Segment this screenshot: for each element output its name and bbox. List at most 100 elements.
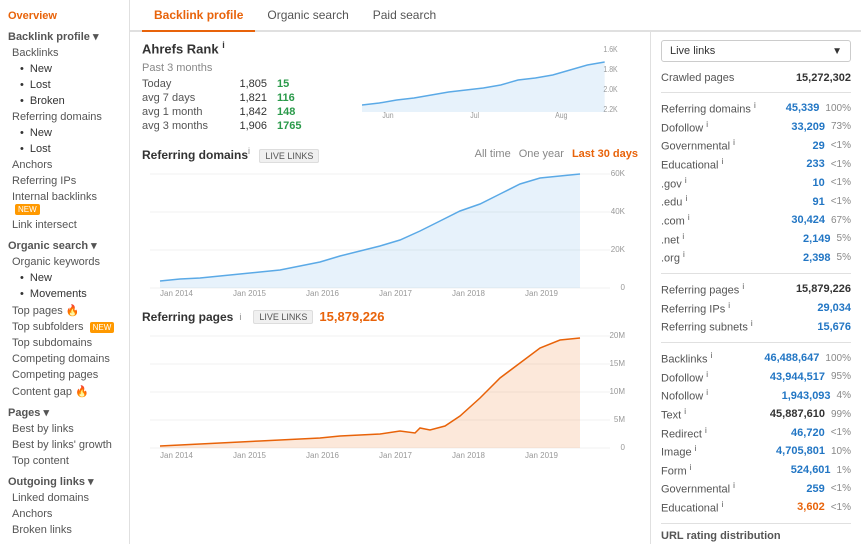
sidebar-overview[interactable]: Overview — [0, 6, 129, 28]
filter-one-year[interactable]: One year — [519, 148, 564, 160]
bl-stat-val-4: 46,720 — [791, 427, 825, 439]
rp-title: Referring pages — [142, 310, 233, 324]
bl-stat-1: Dofollow i 43,944,517 95% — [661, 368, 851, 387]
sidebar-backlinks-lost[interactable]: • Lost — [0, 77, 129, 93]
rank-val-7d: 1,821 — [232, 92, 267, 104]
rd-stat-label-2: Governmental i — [661, 138, 735, 153]
sidebar-link-intersect[interactable]: Link intersect — [0, 217, 129, 233]
divider-3 — [661, 342, 851, 343]
rank-row-3m: avg 3 months 1,906 1765 — [142, 120, 342, 132]
sidebar-rd-new[interactable]: • New — [0, 125, 129, 141]
rp-stat-row: Referring pages i 15,879,226 — [661, 280, 851, 299]
bl-stat-label-6: Form i — [661, 463, 692, 478]
sidebar-linked-domains[interactable]: Linked domains — [0, 490, 129, 506]
bl-stat-val-7: 259 — [806, 483, 824, 495]
content-area: Ahrefs Rank i Past 3 months Today 1,805 … — [130, 32, 861, 544]
bl-stat-3: Text i 45,887,610 99% — [661, 405, 851, 424]
live-links-dropdown[interactable]: Live links ▼ — [661, 40, 851, 62]
crawled-pages-row: Crawled pages 15,272,302 — [661, 70, 851, 86]
rd-stat-pct-0: 100% — [825, 103, 851, 114]
divider-1 — [661, 92, 851, 93]
rd-stat-label-1: Dofollow i — [661, 120, 708, 135]
sidebar-ok-new[interactable]: • New — [0, 270, 129, 286]
sidebar-content-gap[interactable]: Content gap 🔥 — [0, 383, 129, 400]
left-panel: Ahrefs Rank i Past 3 months Today 1,805 … — [130, 32, 651, 544]
url-rating-label: URL rating distribution — [661, 530, 851, 542]
rank-val-3m: 1,906 — [232, 120, 267, 132]
svg-text:20M: 20M — [609, 331, 625, 340]
rsub-stat-row: Referring subnets i 15,676 — [661, 317, 851, 336]
sidebar-anchors[interactable]: Anchors — [0, 157, 129, 173]
bl-stat-2: Nofollow i 1,943,093 4% — [661, 386, 851, 405]
sidebar-top-content[interactable]: Top content — [0, 453, 129, 469]
referring-domains-header: Referring domainsi LIVE LINKS All time O… — [142, 146, 638, 162]
sidebar-organic-search[interactable]: Organic search ▾ — [0, 237, 129, 254]
rsub-stat-val: 15,676 — [817, 321, 851, 333]
sidebar-backlink-profile[interactable]: Backlink profile ▾ — [0, 28, 129, 45]
sidebar-organic-keywords[interactable]: Organic keywords — [0, 254, 129, 270]
bl-stat-6: Form i 524,601 1% — [661, 461, 851, 480]
bl-stat-pct-0: 100% — [825, 353, 851, 364]
svg-text:Jan 2018: Jan 2018 — [452, 451, 485, 458]
rip-stat-row: Referring IPs i 29,034 — [661, 299, 851, 318]
referring-domains-chart: 60K 40K 20K 0 Jan 2014 Jan 2015 Jan 2016… — [142, 166, 638, 296]
sidebar-backlinks[interactable]: Backlinks — [0, 45, 129, 61]
svg-text:40K: 40K — [611, 207, 626, 216]
rd-stat-pct-7: 5% — [837, 233, 851, 244]
sidebar: Overview Backlink profile ▾ Backlinks • … — [0, 0, 130, 544]
sidebar-outgoing-anchors[interactable]: Anchors — [0, 506, 129, 522]
sidebar-best-by-links[interactable]: Best by links — [0, 421, 129, 437]
sidebar-pages[interactable]: Pages ▾ — [0, 404, 129, 421]
filter-last-30-days[interactable]: Last 30 days — [572, 148, 638, 160]
sidebar-outgoing-links[interactable]: Outgoing links ▾ — [0, 473, 129, 490]
bl-stat-pct-4: <1% — [831, 427, 851, 438]
time-filters: All time One year Last 30 days — [475, 148, 638, 160]
bl-stat-4: Redirect i 46,720 <1% — [661, 424, 851, 443]
bl-stat-5: Image i 4,705,801 10% — [661, 442, 851, 461]
svg-text:1.8K: 1.8K — [603, 65, 617, 75]
rank-label-3m: avg 3 months — [142, 120, 222, 132]
bl-stat-val-6: 524,601 — [791, 464, 831, 476]
sidebar-backlinks-new[interactable]: • New — [0, 61, 129, 77]
rd-stat-val-2: 29 — [812, 140, 824, 152]
sidebar-backlinks-broken[interactable]: • Broken — [0, 93, 129, 109]
bl-stat-val-8: 3,602 — [797, 501, 825, 513]
sidebar-broken-links[interactable]: Broken links — [0, 522, 129, 538]
svg-text:Jan 2019: Jan 2019 — [525, 451, 558, 458]
svg-text:5M: 5M — [614, 415, 625, 424]
rip-stat-label: Referring IPs i — [661, 301, 730, 316]
sidebar-top-pages[interactable]: Top pages 🔥 — [0, 302, 129, 319]
svg-text:Jan 2017: Jan 2017 — [379, 451, 412, 458]
sidebar-competing-domains[interactable]: Competing domains — [0, 351, 129, 367]
bl-stat-pct-2: 4% — [837, 390, 851, 401]
sidebar-best-by-links-growth[interactable]: Best by links' growth — [0, 437, 129, 453]
tab-organic-search[interactable]: Organic search — [255, 0, 360, 32]
sidebar-ok-movements[interactable]: • Movements — [0, 286, 129, 302]
sidebar-internal-backlinks[interactable]: Internal backlinks NEW — [0, 189, 129, 217]
bl-stat-label-5: Image i — [661, 444, 696, 459]
rank-label-1m: avg 1 month — [142, 106, 222, 118]
sidebar-rd-lost[interactable]: • Lost — [0, 141, 129, 157]
sidebar-competing-pages[interactable]: Competing pages — [0, 367, 129, 383]
rank-change-1m: 148 — [277, 106, 295, 118]
referring-pages-chart: 20M 15M 10M 5M 0 Jan 2014 Jan 2015 Jan 2… — [142, 328, 638, 458]
rd-stat-4: .gov i 10 <1% — [661, 174, 851, 193]
tab-paid-search[interactable]: Paid search — [361, 0, 448, 32]
referring-pages-section: Referring pages i LIVE LINKS 15,879,226 … — [142, 309, 638, 461]
divider-2 — [661, 273, 851, 274]
rd-stat-1: Dofollow i 33,209 73% — [661, 118, 851, 137]
rank-val-today: 1,805 — [232, 78, 267, 90]
svg-text:Jan 2018: Jan 2018 — [452, 289, 485, 296]
sidebar-referring-ips[interactable]: Referring IPs — [0, 173, 129, 189]
rank-table: Today 1,805 15 avg 7 days 1,821 116 avg … — [142, 78, 342, 132]
sidebar-top-subfolders[interactable]: Top subfolders NEW — [0, 319, 129, 335]
svg-text:Jan 2019: Jan 2019 — [525, 289, 558, 296]
rd-stat-val-5: 91 — [812, 196, 824, 208]
filter-all-time[interactable]: All time — [475, 148, 511, 160]
tab-backlink-profile[interactable]: Backlink profile — [142, 0, 255, 32]
rp-live-links: LIVE LINKS — [253, 310, 313, 324]
svg-text:60K: 60K — [611, 169, 626, 178]
rd-stat-2: Governmental i 29 <1% — [661, 136, 851, 155]
sidebar-top-subdomains[interactable]: Top subdomains — [0, 335, 129, 351]
sidebar-referring-domains[interactable]: Referring domains — [0, 109, 129, 125]
